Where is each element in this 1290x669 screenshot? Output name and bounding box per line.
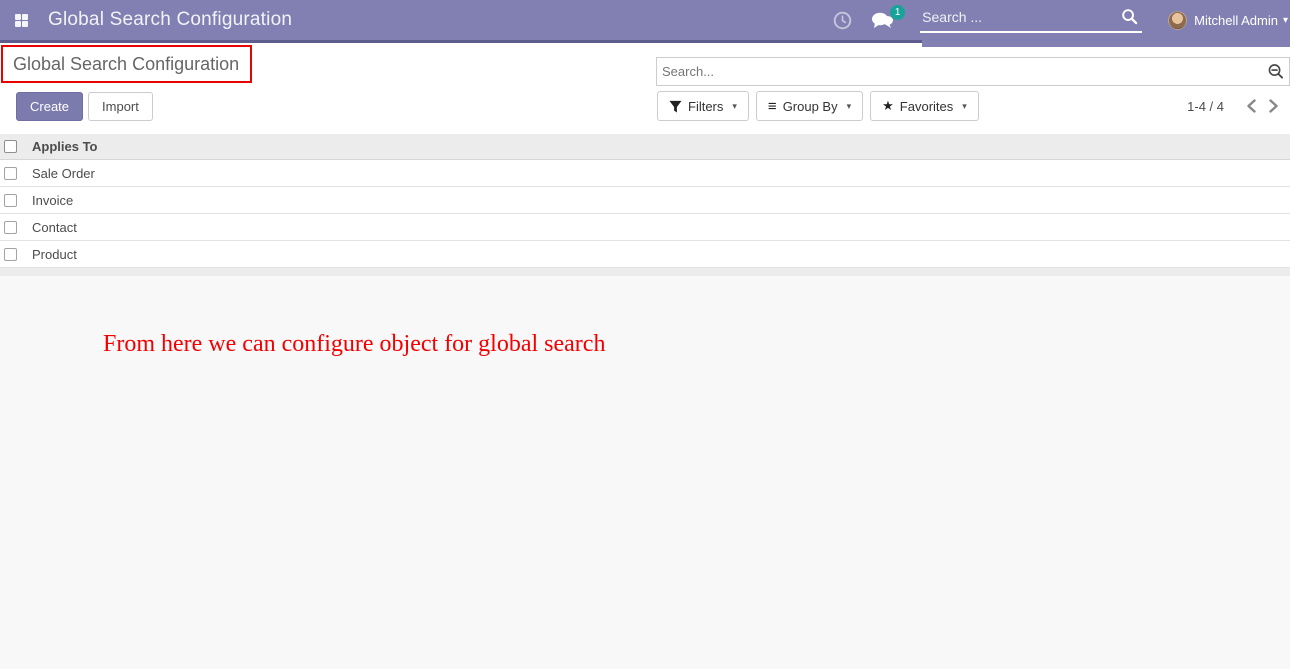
row-label: Invoice: [30, 193, 73, 208]
apps-menu-icon: [15, 14, 28, 27]
filter-icon: [669, 100, 682, 113]
table-footer-strip: [0, 268, 1290, 276]
table-row[interactable]: Sale Order: [0, 160, 1290, 187]
search-icon: [1121, 8, 1138, 25]
navbar-search: [920, 7, 1142, 33]
row-checkbox[interactable]: [4, 194, 17, 207]
row-checkbox-cell: [0, 194, 30, 207]
search-facets: Filters ▾ ≡ Group By ▾ ★ Favorites ▾: [657, 91, 979, 121]
breadcrumb-highlight-box: Global Search Configuration: [1, 45, 252, 83]
zoom-out-icon: [1267, 63, 1284, 80]
navbar-search-input[interactable]: [920, 7, 1142, 33]
list-view: Applies To Sale Order Invoice Contact Pr…: [0, 134, 1290, 268]
caret-down-icon: ▾: [847, 101, 852, 112]
breadcrumb: Global Search Configuration: [13, 54, 239, 75]
user-name: Mitchell Admin: [1194, 13, 1278, 28]
caret-down-icon: ▾: [1283, 15, 1288, 26]
action-buttons: Create Import: [16, 92, 153, 121]
systray: 1 Mitchell Admin ▾: [833, 0, 1290, 40]
group-by-button[interactable]: ≡ Group By ▾: [756, 91, 863, 121]
message-count-badge[interactable]: 1: [890, 5, 905, 20]
import-button[interactable]: Import: [88, 92, 153, 121]
group-by-label: Group By: [783, 99, 838, 114]
table-row[interactable]: Product: [0, 241, 1290, 268]
search-options-button[interactable]: [1267, 63, 1284, 80]
search-input[interactable]: [657, 64, 1267, 79]
row-label: Sale Order: [30, 166, 95, 181]
row-checkbox-cell: [0, 167, 30, 180]
caret-down-icon: ▾: [962, 101, 967, 112]
apps-menu-button[interactable]: [10, 9, 32, 31]
messages-menu-button[interactable]: 1: [870, 11, 894, 30]
pager: 1-4 / 4: [1187, 91, 1284, 121]
navbar-search-button[interactable]: [1121, 8, 1138, 30]
row-checkbox[interactable]: [4, 167, 17, 180]
row-label: Product: [30, 247, 77, 262]
favorites-star-icon: ★: [882, 98, 894, 114]
select-all-checkbox[interactable]: [4, 140, 17, 153]
avatar: [1168, 11, 1187, 30]
clock-icon: [833, 11, 852, 30]
chevron-right-icon: [1268, 99, 1279, 113]
header-checkbox-cell: [0, 140, 30, 153]
row-label: Contact: [30, 220, 77, 235]
pager-next-button[interactable]: [1262, 95, 1284, 117]
row-checkbox-cell: [0, 248, 30, 261]
favorites-label: Favorites: [900, 99, 953, 114]
table-row[interactable]: Contact: [0, 214, 1290, 241]
filters-button[interactable]: Filters ▾: [657, 91, 749, 121]
column-header-applies-to: Applies To: [30, 139, 97, 154]
navbar-content: Global Search Configuration 1: [0, 0, 1290, 40]
favorites-button[interactable]: ★ Favorites ▾: [870, 91, 979, 121]
app-title: Global Search Configuration: [48, 9, 292, 31]
pager-count: 1-4 / 4: [1187, 99, 1224, 114]
annotation-text: From here we can configure object for gl…: [103, 331, 605, 358]
search-view: [656, 57, 1290, 86]
user-menu[interactable]: Mitchell Admin ▾: [1168, 11, 1290, 30]
caret-down-icon: ▾: [732, 101, 737, 112]
group-by-icon: ≡: [768, 98, 777, 115]
row-checkbox[interactable]: [4, 221, 17, 234]
pager-previous-button[interactable]: [1240, 95, 1262, 117]
chevron-left-icon: [1246, 99, 1257, 113]
filters-label: Filters: [688, 99, 723, 114]
list-header-row: Applies To: [0, 134, 1290, 160]
create-button[interactable]: Create: [16, 92, 83, 121]
row-checkbox-cell: [0, 221, 30, 234]
activity-menu-button[interactable]: [833, 11, 852, 30]
row-checkbox[interactable]: [4, 248, 17, 261]
table-row[interactable]: Invoice: [0, 187, 1290, 214]
